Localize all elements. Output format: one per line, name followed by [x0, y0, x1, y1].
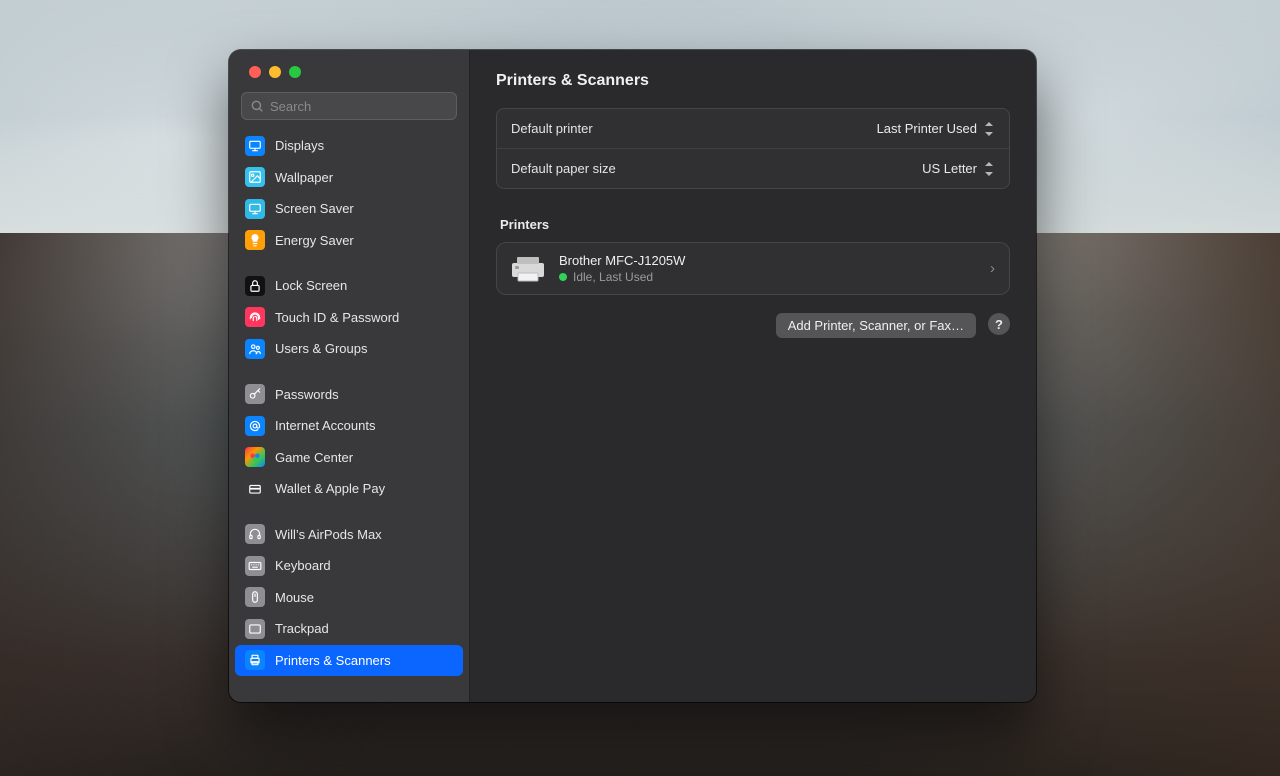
sidebar-group-gap	[235, 256, 463, 270]
help-button[interactable]: ?	[988, 313, 1010, 335]
printers-section-label: Printers	[500, 217, 1006, 232]
default-settings-list: Default printer Last Printer Used Defaul…	[496, 108, 1010, 189]
content-area: Printers & Scanners Default printer Last…	[470, 50, 1036, 702]
printer-row[interactable]: Brother MFC-J1205W Idle, Last Used ›	[496, 242, 1010, 295]
up-down-icon	[983, 122, 995, 136]
sidebar-item-label: Lock Screen	[275, 278, 347, 293]
search-field[interactable]	[241, 92, 457, 120]
lock-icon	[245, 276, 265, 296]
sidebar-item-label: Keyboard	[275, 558, 331, 573]
default-paper-size-value-text: US Letter	[922, 161, 977, 176]
default-paper-size-row[interactable]: Default paper size US Letter	[497, 148, 1009, 188]
search-container	[229, 92, 469, 126]
headphones-icon	[245, 524, 265, 544]
sidebar-item-label: Energy Saver	[275, 233, 354, 248]
sidebar-item-displays[interactable]: Displays	[235, 130, 463, 162]
sidebar-item-mouse[interactable]: Mouse	[235, 582, 463, 614]
up-down-icon	[983, 162, 995, 176]
screensaver-icon	[245, 199, 265, 219]
sidebar-item-label: Printers & Scanners	[275, 653, 391, 668]
sidebar-item-screen-saver[interactable]: Screen Saver	[235, 193, 463, 225]
sidebar-item-trackpad[interactable]: Trackpad	[235, 613, 463, 645]
sidebar-item-energy-saver[interactable]: Energy Saver	[235, 225, 463, 257]
sidebar-item-passwords[interactable]: Passwords	[235, 379, 463, 411]
default-paper-size-value[interactable]: US Letter	[922, 161, 995, 176]
minimize-window-button[interactable]	[269, 66, 281, 78]
sidebar-item-label: Wallet & Apple Pay	[275, 481, 385, 496]
window-controls	[229, 66, 469, 92]
sidebar-item-internet-accounts[interactable]: Internet Accounts	[235, 410, 463, 442]
sidebar-item-wallpaper[interactable]: Wallpaper	[235, 162, 463, 194]
sidebar-item-wallet[interactable]: Wallet & Apple Pay	[235, 473, 463, 505]
status-dot-icon	[559, 273, 567, 281]
keyboard-icon	[245, 556, 265, 576]
sidebar-item-label: Internet Accounts	[275, 418, 375, 433]
action-row: Add Printer, Scanner, or Fax… ?	[496, 313, 1010, 338]
sidebar-item-keyboard[interactable]: Keyboard	[235, 550, 463, 582]
sidebar-item-label: Screen Saver	[275, 201, 354, 216]
mouse-icon	[245, 587, 265, 607]
sidebar-group-gap	[235, 365, 463, 379]
sidebar-item-users-groups[interactable]: Users & Groups	[235, 333, 463, 365]
sidebar-list: Displays Wallpaper Screen Saver Energy Save…	[229, 126, 469, 702]
search-icon	[250, 99, 264, 113]
system-settings-window: Displays Wallpaper Screen Saver Energy Save…	[229, 50, 1036, 702]
wallpaper-icon	[245, 167, 265, 187]
zoom-window-button[interactable]	[289, 66, 301, 78]
fingerprint-icon	[245, 307, 265, 327]
default-printer-label: Default printer	[511, 121, 593, 136]
sidebar-item-label: Passwords	[275, 387, 339, 402]
sidebar-item-label: Wallpaper	[275, 170, 333, 185]
search-input[interactable]	[270, 99, 448, 114]
chevron-right-icon: ›	[990, 260, 995, 277]
displays-icon	[245, 136, 265, 156]
sidebar-item-label: Mouse	[275, 590, 314, 605]
energy-saver-icon	[245, 230, 265, 250]
sidebar-item-game-center[interactable]: Game Center	[235, 442, 463, 474]
printer-info: Brother MFC-J1205W Idle, Last Used	[559, 253, 976, 284]
wallet-icon	[245, 479, 265, 499]
key-icon	[245, 384, 265, 404]
add-printer-button[interactable]: Add Printer, Scanner, or Fax…	[776, 313, 976, 338]
printer-device-icon	[511, 255, 545, 283]
page-title: Printers & Scanners	[496, 72, 1010, 90]
sidebar-item-label: Users & Groups	[275, 341, 367, 356]
users-icon	[245, 339, 265, 359]
printer-icon	[245, 650, 265, 670]
sidebar-group-gap	[235, 505, 463, 519]
sidebar-item-airpods-max[interactable]: Will’s AirPods Max	[235, 519, 463, 551]
printer-name: Brother MFC-J1205W	[559, 253, 976, 268]
at-icon	[245, 416, 265, 436]
sidebar-item-label: Game Center	[275, 450, 353, 465]
sidebar-item-label: Will’s AirPods Max	[275, 527, 382, 542]
printer-status-text: Idle, Last Used	[573, 270, 653, 284]
printer-status: Idle, Last Used	[559, 270, 976, 284]
default-printer-value[interactable]: Last Printer Used	[877, 121, 995, 136]
sidebar: Displays Wallpaper Screen Saver Energy Save…	[229, 50, 470, 702]
sidebar-item-label: Touch ID & Password	[275, 310, 399, 325]
sidebar-item-printers-scanners[interactable]: Printers & Scanners	[235, 645, 463, 677]
sidebar-item-lock-screen[interactable]: Lock Screen	[235, 270, 463, 302]
game-center-icon	[245, 447, 265, 467]
sidebar-item-label: Trackpad	[275, 621, 329, 636]
default-printer-value-text: Last Printer Used	[877, 121, 977, 136]
sidebar-item-label: Displays	[275, 138, 324, 153]
default-printer-row[interactable]: Default printer Last Printer Used	[497, 109, 1009, 148]
close-window-button[interactable]	[249, 66, 261, 78]
sidebar-item-touch-id[interactable]: Touch ID & Password	[235, 302, 463, 334]
default-paper-size-label: Default paper size	[511, 161, 616, 176]
trackpad-icon	[245, 619, 265, 639]
